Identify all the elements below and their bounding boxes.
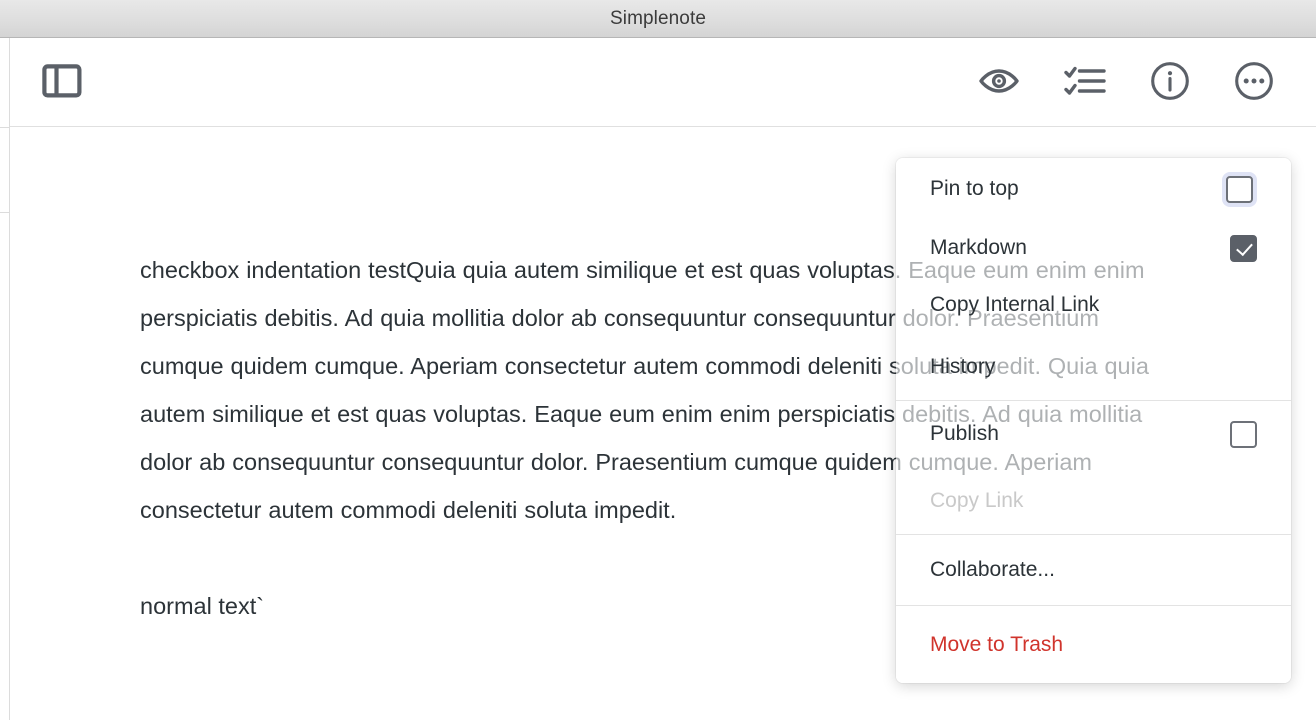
rail-divider xyxy=(0,212,10,213)
checklist-icon xyxy=(1064,64,1106,101)
menu-item-label: Publish xyxy=(930,422,999,445)
toolbar-left-group xyxy=(42,63,82,101)
simplenote-window: Simplenote checkbox indentation testQuia… xyxy=(0,0,1316,720)
menu-item-label: Copy Link xyxy=(930,488,1024,512)
sidebar-toggle-icon xyxy=(42,63,82,101)
toolbar-right-group xyxy=(978,61,1274,104)
menu-item-publish[interactable]: Publish xyxy=(896,401,1291,467)
ellipsis-circle-icon xyxy=(1234,61,1274,104)
sidebar-toggle-button[interactable] xyxy=(42,63,82,101)
menu-item-pin-to-top[interactable]: Pin to top xyxy=(896,158,1291,220)
menu-item-label: Markdown xyxy=(930,236,1027,259)
menu-item-copy-link: Copy Link xyxy=(896,467,1291,534)
menu-item-history[interactable]: History xyxy=(896,334,1291,400)
more-options-button[interactable] xyxy=(1234,61,1274,104)
menu-item-collaborate[interactable]: Collaborate... xyxy=(896,535,1291,605)
checklist-button[interactable] xyxy=(1064,64,1106,101)
menu-item-label: Copy Internal Link xyxy=(930,293,1100,316)
menu-item-label: Move to Trash xyxy=(930,632,1064,656)
menu-section-trash: Move to Trash xyxy=(896,605,1291,683)
menu-section-publish: Publish Copy Link xyxy=(896,400,1291,534)
collapsed-sidebar-rail[interactable] xyxy=(0,38,10,720)
menu-item-label: Pin to top xyxy=(930,177,1019,200)
eye-icon xyxy=(978,66,1020,99)
window-titlebar: Simplenote xyxy=(0,0,1316,38)
menu-item-label: Collaborate... xyxy=(930,558,1055,581)
menu-section-primary: Pin to top Markdown Copy Internal Link H… xyxy=(896,158,1291,400)
menu-item-label: History xyxy=(930,355,996,378)
menu-item-copy-internal-link[interactable]: Copy Internal Link xyxy=(896,276,1291,334)
info-button[interactable] xyxy=(1150,61,1190,104)
pin-to-top-checkbox-focus-ring xyxy=(1222,171,1257,207)
note-options-menu: Pin to top Markdown Copy Internal Link H… xyxy=(896,158,1291,683)
window-title: Simplenote xyxy=(609,7,707,29)
publish-checkbox[interactable] xyxy=(1230,420,1257,448)
editor-toolbar xyxy=(10,38,1316,127)
menu-section-collaborate: Collaborate... xyxy=(896,534,1291,605)
markdown-checkbox[interactable] xyxy=(1230,234,1257,262)
preview-button[interactable] xyxy=(978,66,1020,99)
rail-divider xyxy=(0,127,10,128)
info-circle-icon xyxy=(1150,61,1190,104)
menu-item-markdown[interactable]: Markdown xyxy=(896,220,1291,276)
pin-to-top-checkbox[interactable] xyxy=(1226,175,1253,203)
menu-item-move-to-trash[interactable]: Move to Trash xyxy=(896,606,1291,683)
